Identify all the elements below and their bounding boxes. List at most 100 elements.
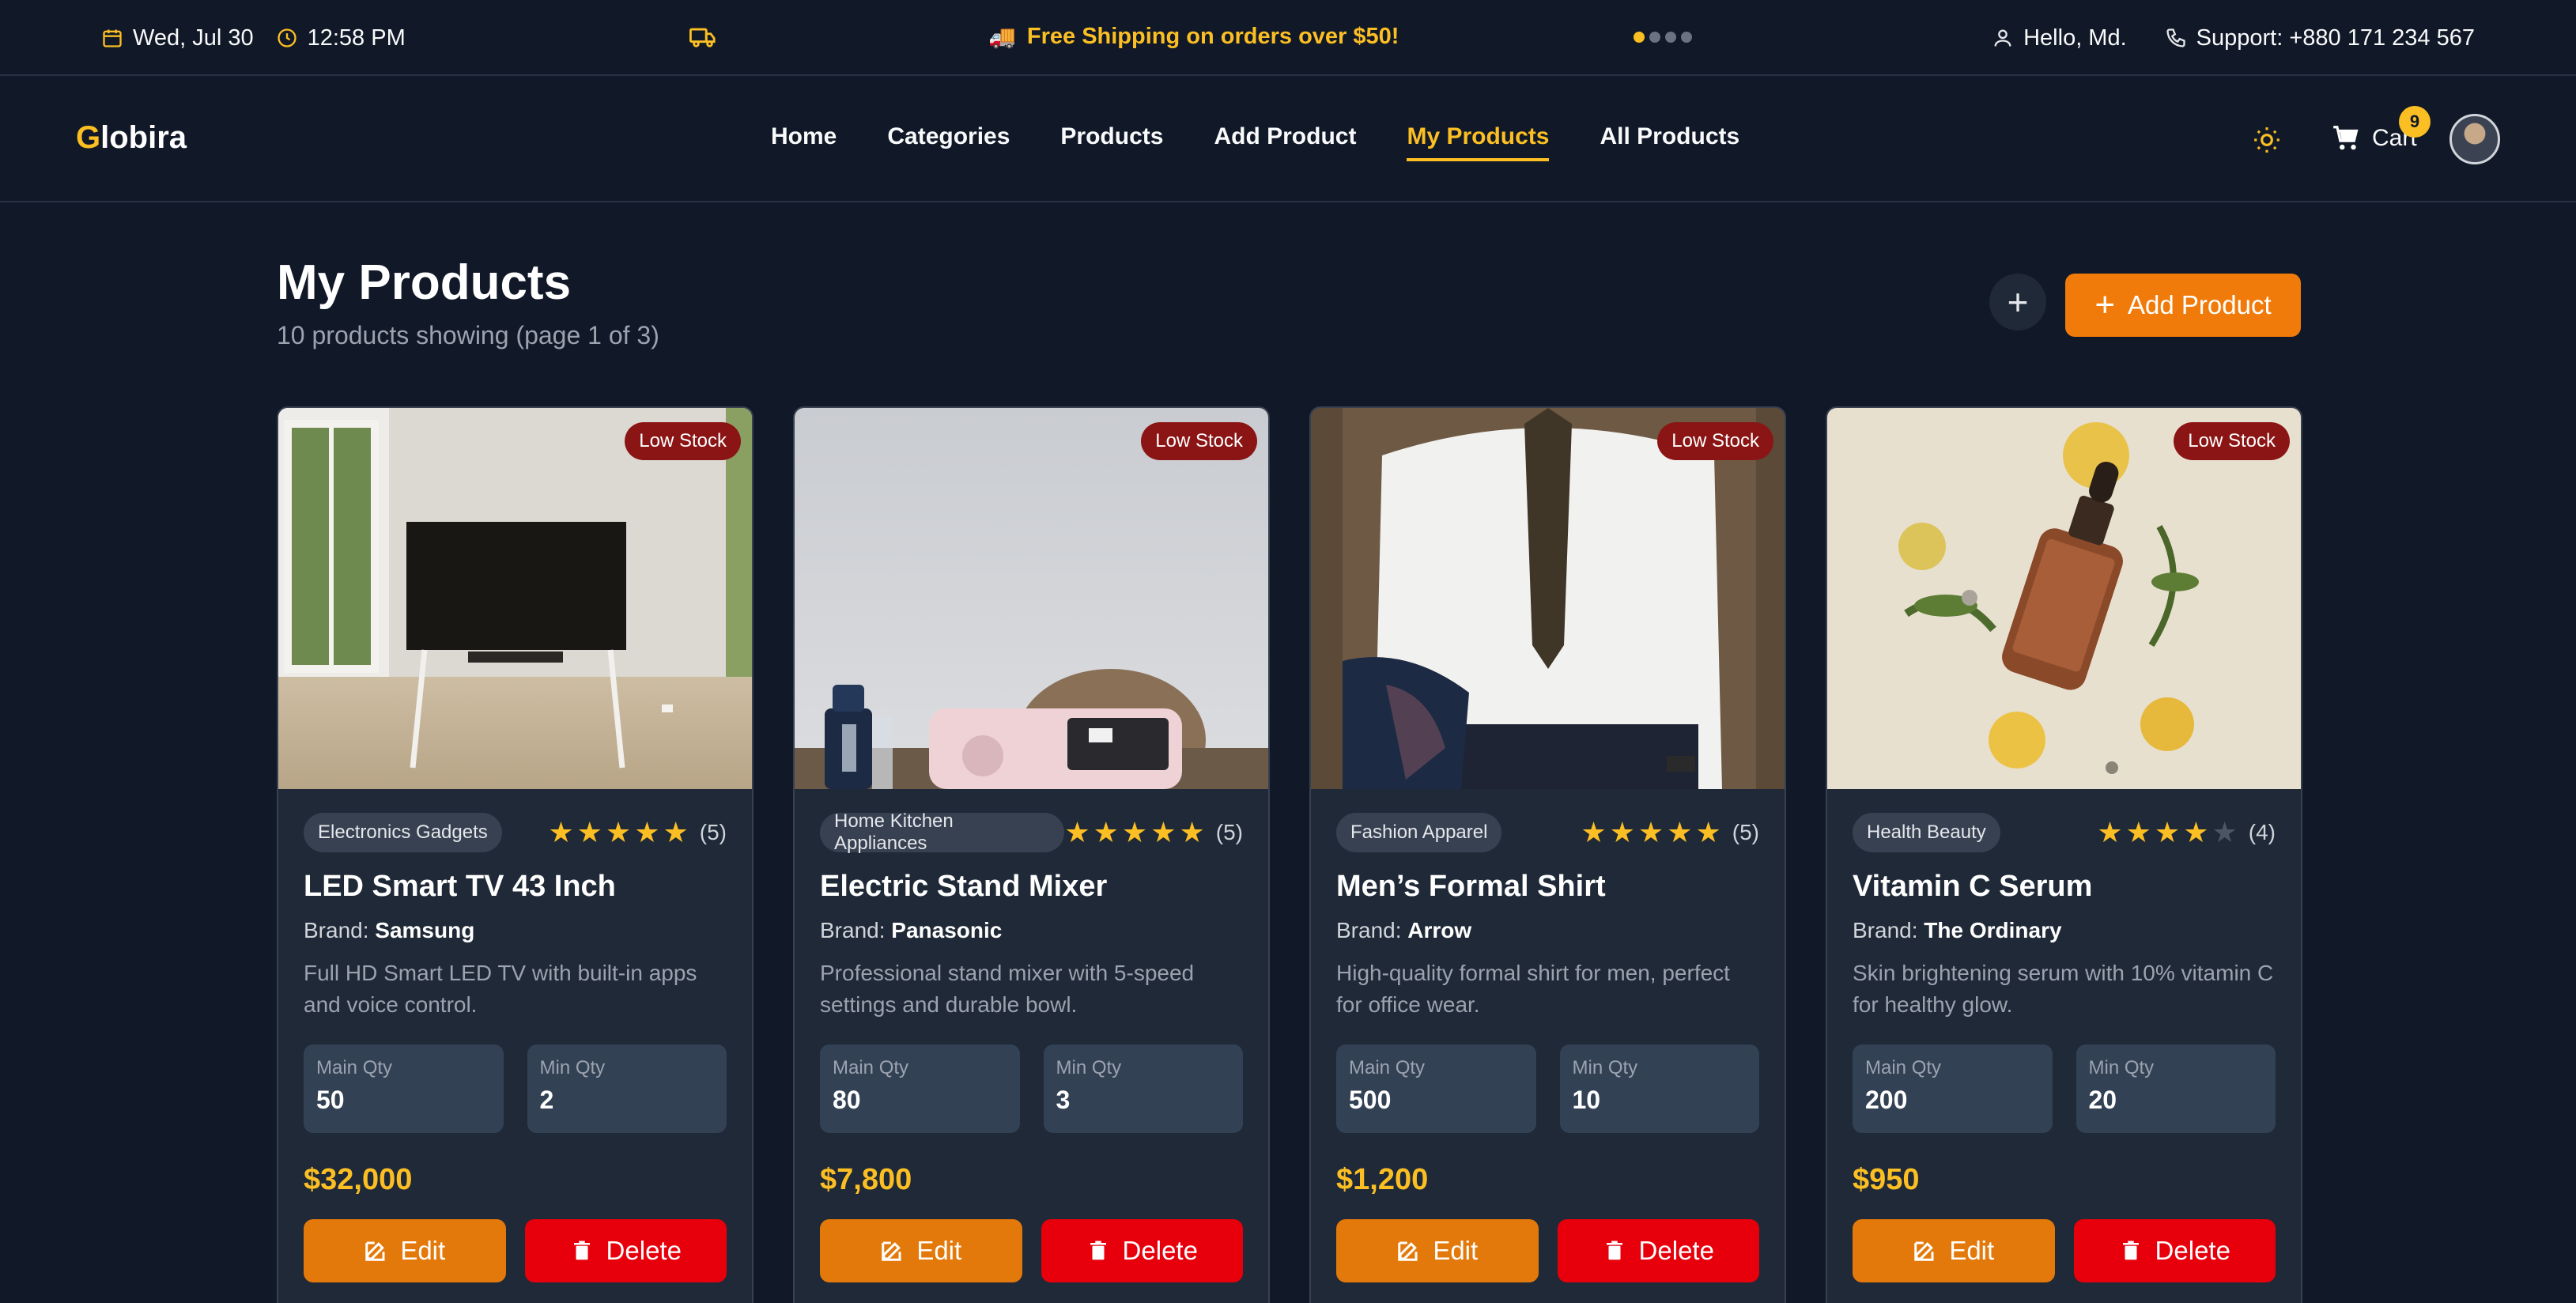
trash-icon — [2122, 1241, 2139, 1260]
site-logo[interactable]: Globira — [76, 120, 187, 156]
product-brand: Brand: Arrow — [1336, 918, 1472, 942]
delete-button[interactable]: Delete — [1557, 1219, 1759, 1282]
truck-icon — [689, 28, 716, 47]
page-title: My Products — [277, 255, 572, 310]
star-rating: ★ ★ ★ ★ ★ (4) — [2097, 818, 2276, 847]
star-icon: ★ — [576, 816, 602, 848]
edit-button[interactable]: Edit — [1853, 1219, 2055, 1282]
star-icon: ★ — [2154, 816, 2181, 848]
plus-icon: + — [2007, 281, 2029, 323]
edit-button[interactable]: Edit — [1336, 1219, 1539, 1282]
date-text: Wed, Jul 30 — [133, 25, 254, 51]
min-qty-box: Min Qty 10 — [1559, 1044, 1759, 1133]
greeting-text: Hello, Md. — [2023, 25, 2127, 51]
star-icon: ★ — [1581, 816, 1607, 848]
star-icon: ★ — [1609, 816, 1635, 848]
product-description: High-quality formal shirt for men, perfe… — [1336, 961, 1730, 1017]
product-image-serum: Low Stock — [1827, 408, 2301, 789]
edit-button[interactable]: Edit — [820, 1219, 1022, 1282]
category-badge: Home Kitchen Appliances — [820, 810, 1065, 854]
nav-products[interactable]: Products — [1060, 123, 1163, 161]
plus-icon: + — [2094, 285, 2116, 324]
add-product-button[interactable]: + Add Product — [2065, 274, 2301, 337]
carousel-dot[interactable] — [1634, 32, 1645, 43]
category-badge: Fashion Apparel — [1336, 813, 1502, 852]
nav-my-products[interactable]: My Products — [1407, 123, 1550, 161]
star-icon: ★ — [1695, 816, 1721, 848]
quick-add-button[interactable]: + — [1989, 274, 2046, 330]
user-avatar[interactable] — [2449, 114, 2500, 164]
low-stock-badge: Low Stock — [2174, 422, 2290, 460]
star-icon: ★ — [2183, 816, 2209, 848]
product-image-mixer: Low Stock — [795, 408, 1268, 789]
star-icon: ★ — [1064, 816, 1090, 848]
product-brand: Brand: The Ordinary — [1853, 918, 2062, 942]
support-phone[interactable]: Support: +880 171 234 567 — [2165, 25, 2475, 51]
rating-count: (5) — [699, 820, 727, 844]
promo-text: Free Shipping on orders over $50! — [1026, 23, 1399, 49]
low-stock-badge: Low Stock — [1657, 422, 1773, 460]
nav-links: Home Categories Products Add Product My … — [771, 123, 1739, 161]
star-rating: ★ ★ ★ ★ ★ (5) — [1064, 818, 1243, 847]
product-title: Men’s Formal Shirt — [1336, 870, 1606, 903]
min-qty-box: Min Qty 2 — [527, 1044, 727, 1133]
promo-banner: 🚚 Free Shipping on orders over $50! — [988, 0, 1399, 73]
date-display: Wed, Jul 30 — [101, 25, 254, 51]
product-price: $1,200 — [1336, 1163, 1429, 1196]
product-price: $7,800 — [820, 1163, 912, 1196]
promo-carousel-dots[interactable] — [1634, 32, 1692, 43]
main-navbar: Globira Home Categories Products Add Pro… — [0, 77, 2576, 202]
edit-icon — [1398, 1241, 1418, 1261]
cart-icon — [2333, 126, 2359, 150]
low-stock-badge: Low Stock — [625, 422, 741, 460]
user-icon — [1994, 29, 2011, 47]
star-icon: ★ — [663, 816, 689, 848]
calendar-icon — [103, 29, 122, 47]
product-title: Electric Stand Mixer — [820, 870, 1108, 903]
star-icon: ★ — [1093, 816, 1119, 848]
time-display: 12:58 PM — [276, 25, 406, 51]
add-product-label: Add Product — [2128, 290, 2272, 319]
delete-button[interactable]: Delete — [2073, 1219, 2276, 1282]
min-qty-box: Min Qty 20 — [2076, 1044, 2276, 1133]
user-greeting[interactable]: Hello, Md. — [1992, 25, 2127, 51]
edit-icon — [1914, 1241, 1934, 1261]
nav-all-products[interactable]: All Products — [1600, 123, 1739, 161]
product-description: Full HD Smart LED TV with built-in apps … — [304, 961, 697, 1017]
nav-categories[interactable]: Categories — [887, 123, 1010, 161]
main-qty-box: Main Qty 80 — [820, 1044, 1020, 1133]
category-badge: Health Beauty — [1853, 813, 2000, 852]
star-icon: ★ — [1179, 816, 1205, 848]
star-icon: ★ — [2125, 816, 2151, 848]
theme-toggle-sun-icon[interactable] — [2252, 125, 2282, 155]
product-description: Professional stand mixer with 5-speed se… — [820, 961, 1195, 1017]
page-subtitle: 10 products showing (page 1 of 3) — [277, 321, 659, 349]
product-image-tv: Low Stock — [278, 408, 752, 789]
carousel-dot[interactable] — [1649, 32, 1660, 43]
nav-add-product[interactable]: Add Product — [1214, 123, 1356, 161]
trash-icon — [1090, 1241, 1106, 1260]
top-info-bar: Wed, Jul 30 12:58 PM 🚚 Free Shipping on … — [0, 0, 2576, 76]
rating-count: (5) — [1215, 820, 1243, 844]
carousel-dot[interactable] — [1665, 32, 1676, 43]
edit-button[interactable]: Edit — [304, 1219, 506, 1282]
trash-icon — [573, 1241, 590, 1260]
product-card: Low Stock Home Kitchen Appliances ★ ★ ★ ★ ★ … — [793, 406, 1270, 1303]
product-card: Low Stock Electronics Gadgets ★ ★ ★ ★ ★ (5) … — [277, 406, 754, 1303]
star-icon: ★ — [1150, 816, 1177, 848]
star-icon: ★ — [605, 816, 632, 848]
product-card: Low Stock Health Beauty ★ ★ ★ ★ ★ (4) Vitami… — [1826, 406, 2302, 1303]
product-brand: Brand: Samsung — [304, 918, 475, 942]
rating-count: (5) — [1732, 820, 1759, 844]
product-brand: Brand: Panasonic — [820, 918, 1003, 942]
delete-button[interactable]: Delete — [524, 1219, 727, 1282]
delete-button[interactable]: Delete — [1041, 1219, 1243, 1282]
star-rating: ★ ★ ★ ★ ★ (5) — [1581, 818, 1759, 847]
star-icon: ★ — [634, 816, 660, 848]
rating-count: (4) — [2248, 820, 2276, 844]
carousel-dot[interactable] — [1681, 32, 1692, 43]
category-badge: Electronics Gadgets — [304, 813, 502, 852]
edit-icon — [882, 1241, 901, 1261]
star-rating: ★ ★ ★ ★ ★ (5) — [548, 818, 727, 847]
nav-home[interactable]: Home — [771, 123, 837, 161]
